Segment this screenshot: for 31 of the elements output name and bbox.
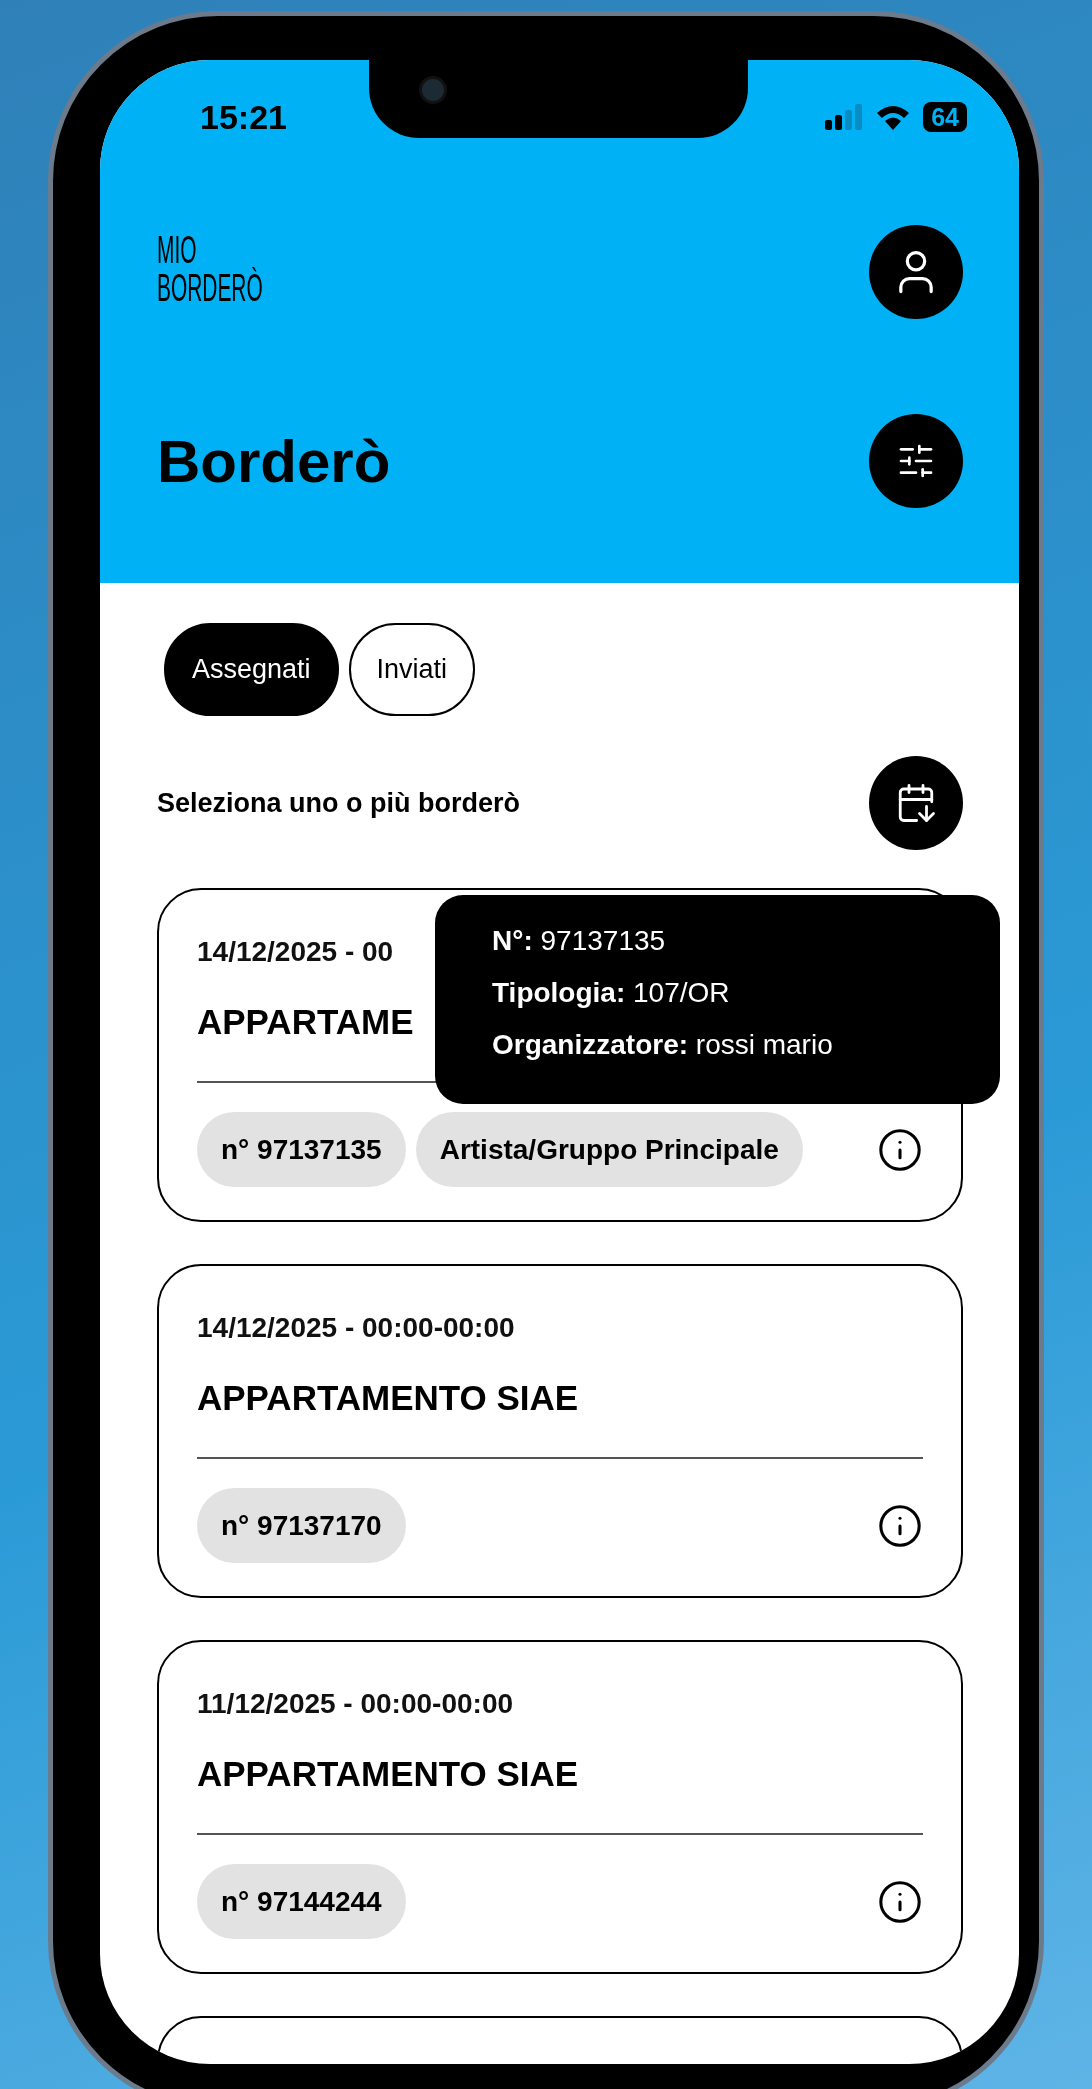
event-date: 14/12/2025 - 00 bbox=[197, 935, 394, 969]
status-time: 15:21 bbox=[200, 97, 287, 138]
tooltip-text: N°: 97137135 bbox=[492, 924, 667, 958]
tag: n° 97144244 bbox=[197, 1864, 406, 1939]
instruction-text: Seleziona uno o più borderò bbox=[157, 787, 520, 819]
info-button[interactable] bbox=[877, 1502, 923, 1549]
camera-icon bbox=[419, 76, 447, 104]
tooltip-text: Tipologia: 107/OR bbox=[492, 976, 731, 1010]
tag: n° 97137135 bbox=[197, 1112, 406, 1187]
event-title: APPARTAMENTO SIAE bbox=[197, 1753, 579, 1795]
signal-icon bbox=[825, 104, 864, 130]
event-date: 14/12/2025 - 00:00-00:00 bbox=[197, 1311, 515, 1345]
info-button[interactable] bbox=[877, 1126, 923, 1173]
event-card[interactable]: 14/12/2025 - 00:00-00:00 APPARTAMENTO SIAE n° 97137170 bbox=[157, 1264, 963, 1598]
tab[interactable]: Assegnati bbox=[164, 623, 339, 716]
page-title: Borderò bbox=[157, 426, 391, 496]
event-card[interactable]: 11/12/2025 - 00:00-00:00 APPARTAMENTO SIAE n° 97144244 bbox=[157, 1640, 963, 1974]
event-date: 11/12/2025 - 00:00-00:00 bbox=[197, 1687, 514, 1721]
battery-indicator: 64 bbox=[923, 102, 967, 132]
event-title: APPARTAMENTO SIAE bbox=[197, 1377, 579, 1419]
wifi-icon bbox=[875, 103, 912, 131]
tag: n° 97137170 bbox=[197, 1488, 406, 1563]
tag: Artista/Gruppo Principale bbox=[415, 1112, 803, 1187]
tooltip-text: Organizzatore: rossi mario bbox=[492, 1028, 834, 1062]
info-icon bbox=[877, 1878, 923, 1925]
info-icon bbox=[877, 1502, 923, 1549]
info-button[interactable] bbox=[877, 1878, 923, 1925]
info-icon bbox=[877, 1126, 923, 1173]
tab[interactable]: Inviati bbox=[348, 623, 476, 716]
app-logo: MIO BORDERÒ bbox=[157, 231, 263, 307]
event-title: APPARTAME bbox=[197, 1001, 414, 1043]
